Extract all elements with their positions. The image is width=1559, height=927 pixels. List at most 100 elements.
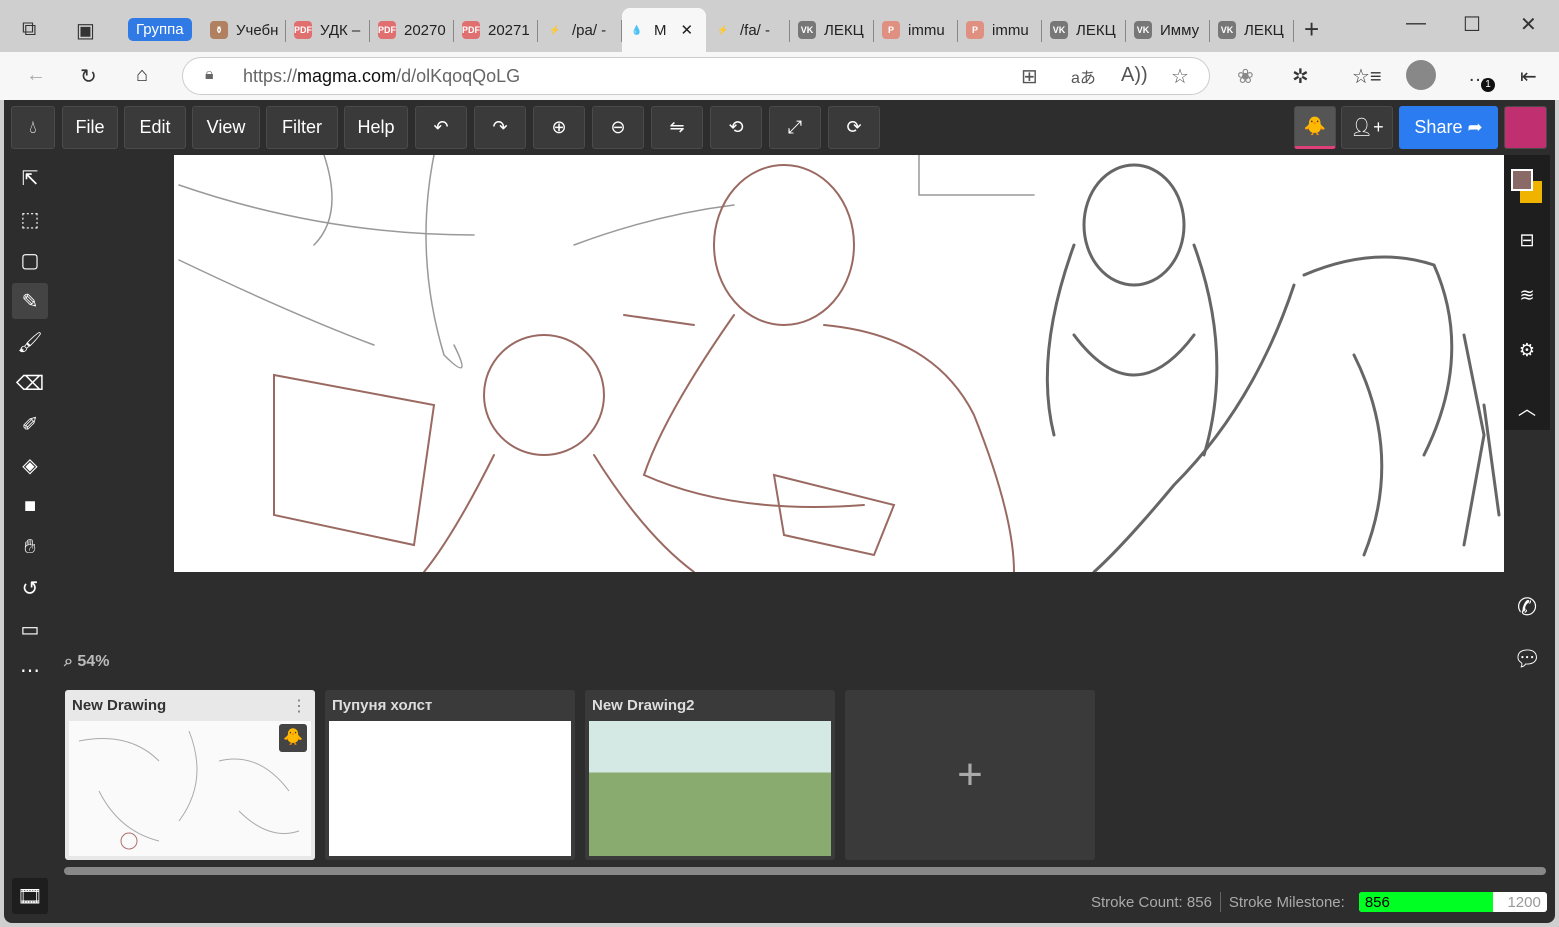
new-tab-button[interactable]: + [1304,14,1319,45]
close-tab-icon[interactable]: ✕ [681,21,694,39]
minimize-button[interactable]: — [1406,12,1426,35]
magma-logo[interactable]: 💧︎ [11,106,55,149]
home-button[interactable]: ⌂ [136,64,148,87]
pdf-icon: PDF [378,21,396,39]
tab-separator [1125,20,1126,42]
favorite-star-icon[interactable]: ☆ [1171,64,1189,89]
share-button[interactable]: Share ➦ [1399,106,1498,149]
tab-label: 20270 [404,21,446,39]
browser-tab[interactable]: 💧 M ✕ [622,8,706,52]
eyedropper-tool-icon[interactable]: ✎ [12,283,48,319]
menu-view[interactable]: View [192,106,260,149]
read-aloud-icon[interactable]: A)) [1121,64,1148,87]
selection-tool-icon[interactable]: ⬚ [12,201,48,237]
copilot-icon[interactable]: ❀ [1237,64,1254,89]
hand-tool-icon[interactable]: ✋︎ [12,529,48,565]
tab-label: Имму [1160,21,1200,39]
zoom-level: 54% [77,653,110,670]
menu-filter[interactable]: Filter [266,106,338,149]
browser-tab[interactable]: ⚡ /pa/ - [540,12,620,48]
close-window-button[interactable]: ✕ [1520,12,1537,37]
browser-tab[interactable]: ⚱ Учебн [204,12,284,48]
back-button[interactable]: ← [26,64,46,87]
undo-button[interactable]: ↶ [415,106,467,149]
vertical-tabs-icon[interactable]: ▣ [76,18,95,43]
reference-panel-icon[interactable]: ⊟ [1504,230,1550,251]
chick-avatar[interactable]: 🐥 [1294,106,1336,149]
browser-tab[interactable]: VK ЛЕКЦ [1044,12,1124,48]
browser-tab[interactable]: PDF 20270 [372,12,452,48]
fullscreen-button[interactable]: ⤢ [769,106,821,149]
rotate-view-icon[interactable]: ↺ [12,570,48,606]
user-avatar[interactable] [1504,106,1547,149]
maximize-button[interactable]: ☐ [1463,12,1481,37]
browser-tab[interactable]: Pimmu [876,12,956,48]
browser-tab[interactable]: PDF 20271 [456,12,536,48]
zoom-indicator[interactable]: ⌕ 54% [64,653,109,671]
sidebar-toggle-icon[interactable]: ⇤ [1520,64,1537,89]
stroke-milestone-label: Stroke Milestone: [1228,893,1345,911]
url-path: /d/olKqoqQoLG [396,66,521,86]
drawing-thumbnail[interactable]: New Drawing2 [585,690,835,860]
collapse-chevron-up-icon[interactable]: ︿ [1504,395,1550,421]
menu-edit[interactable]: Edit [124,106,186,149]
brush-tool-icon[interactable]: 🖌︎ [12,324,48,360]
transform-tool-icon[interactable]: ▢ [12,242,48,278]
lock-icon[interactable]: 🔒︎ [205,66,214,84]
drawing-canvas[interactable] [174,155,1504,572]
eraser-tool-icon[interactable]: ⌫ [12,365,48,401]
favorites-icon[interactable]: ☆≡ [1352,64,1382,89]
profile-avatar[interactable] [1406,60,1436,90]
browser-tab[interactable]: PDF УДК – [288,12,368,48]
paint-bucket-icon[interactable]: ◈ [12,447,48,483]
share-label: Share [1414,117,1463,137]
menu-help[interactable]: Help [344,106,408,149]
horizontal-scrollbar[interactable] [64,867,1546,875]
zoom-out-button[interactable]: ⊖ [592,106,644,149]
refresh-button[interactable]: ↻ [80,64,97,89]
drawing-preview [589,721,831,856]
zoom-in-button[interactable]: ⊕ [533,106,585,149]
primary-color-swatch[interactable] [1511,169,1533,191]
filmstrip-icon[interactable]: 🎞︎ [12,878,48,914]
flip-button[interactable]: ⇋ [651,106,703,149]
browser-tab[interactable]: VK ЛЕКЦ [1212,12,1292,48]
drawing-options-icon[interactable]: ⋮ [291,696,307,716]
extensions-icon[interactable]: ✲ [1292,64,1309,89]
url-input[interactable]: 🔒︎ https://magma.com/d/olKqoqQoLG ⊞ aあ A… [182,57,1210,95]
more-tools-icon[interactable]: ⋯ [12,652,48,688]
settings-gear-icon[interactable]: ⚙ [1504,340,1550,361]
translate-icon[interactable]: aあ [1071,64,1096,88]
new-drawing-button[interactable]: + [845,690,1095,860]
browser-tab[interactable]: Pimmu [960,12,1040,48]
drawing-thumbnail[interactable]: New Drawing ⋮ 🐥 [65,690,315,860]
menu-file[interactable]: File [62,106,118,149]
layers-icon[interactable]: ≋ [1504,285,1550,306]
tab-separator [537,20,538,42]
chat-icon[interactable]: 💬︎ [1504,646,1550,672]
comment-tool-icon[interactable]: ▭ [12,611,48,647]
browser-tab[interactable]: ⚡ /fa/ - [708,12,788,48]
app-available-icon[interactable]: ⊞ [1021,64,1038,89]
url-scheme: https:// [243,66,298,86]
workspaces-icon[interactable]: ⧉ [22,18,36,41]
add-user-button[interactable]: 👤︎+ [1341,106,1393,149]
browser-tab[interactable]: VK ЛЕКЦ [792,12,872,48]
rotate-right-button[interactable]: ⟳ [828,106,880,149]
shape-tool-icon[interactable]: ■ [12,488,48,524]
stroke-count: Stroke Count: 856 [1091,893,1212,911]
magma-app: 💧︎ File Edit View Filter Help ↶ ↷ ⊕ ⊖ ⇋ … [4,100,1555,923]
tab-group-label[interactable]: Группа [128,18,192,41]
move-tool-icon[interactable]: ⇱ [12,160,48,196]
browser-tab[interactable]: VK Имму [1128,12,1208,48]
voice-call-icon[interactable]: ✆ [1504,593,1550,622]
drawing-thumbnail[interactable]: Пупуня холст [325,690,575,860]
url-host: magma.com [297,66,397,86]
redo-button[interactable]: ↷ [474,106,526,149]
smudge-tool-icon[interactable]: ✐ [12,406,48,442]
update-badge: 1 [1481,78,1495,92]
rotate-left-button[interactable]: ⟲ [710,106,762,149]
lightning-icon: ⚡ [717,24,729,35]
tab-separator [957,20,958,42]
pdf-icon: PDF [462,21,480,39]
